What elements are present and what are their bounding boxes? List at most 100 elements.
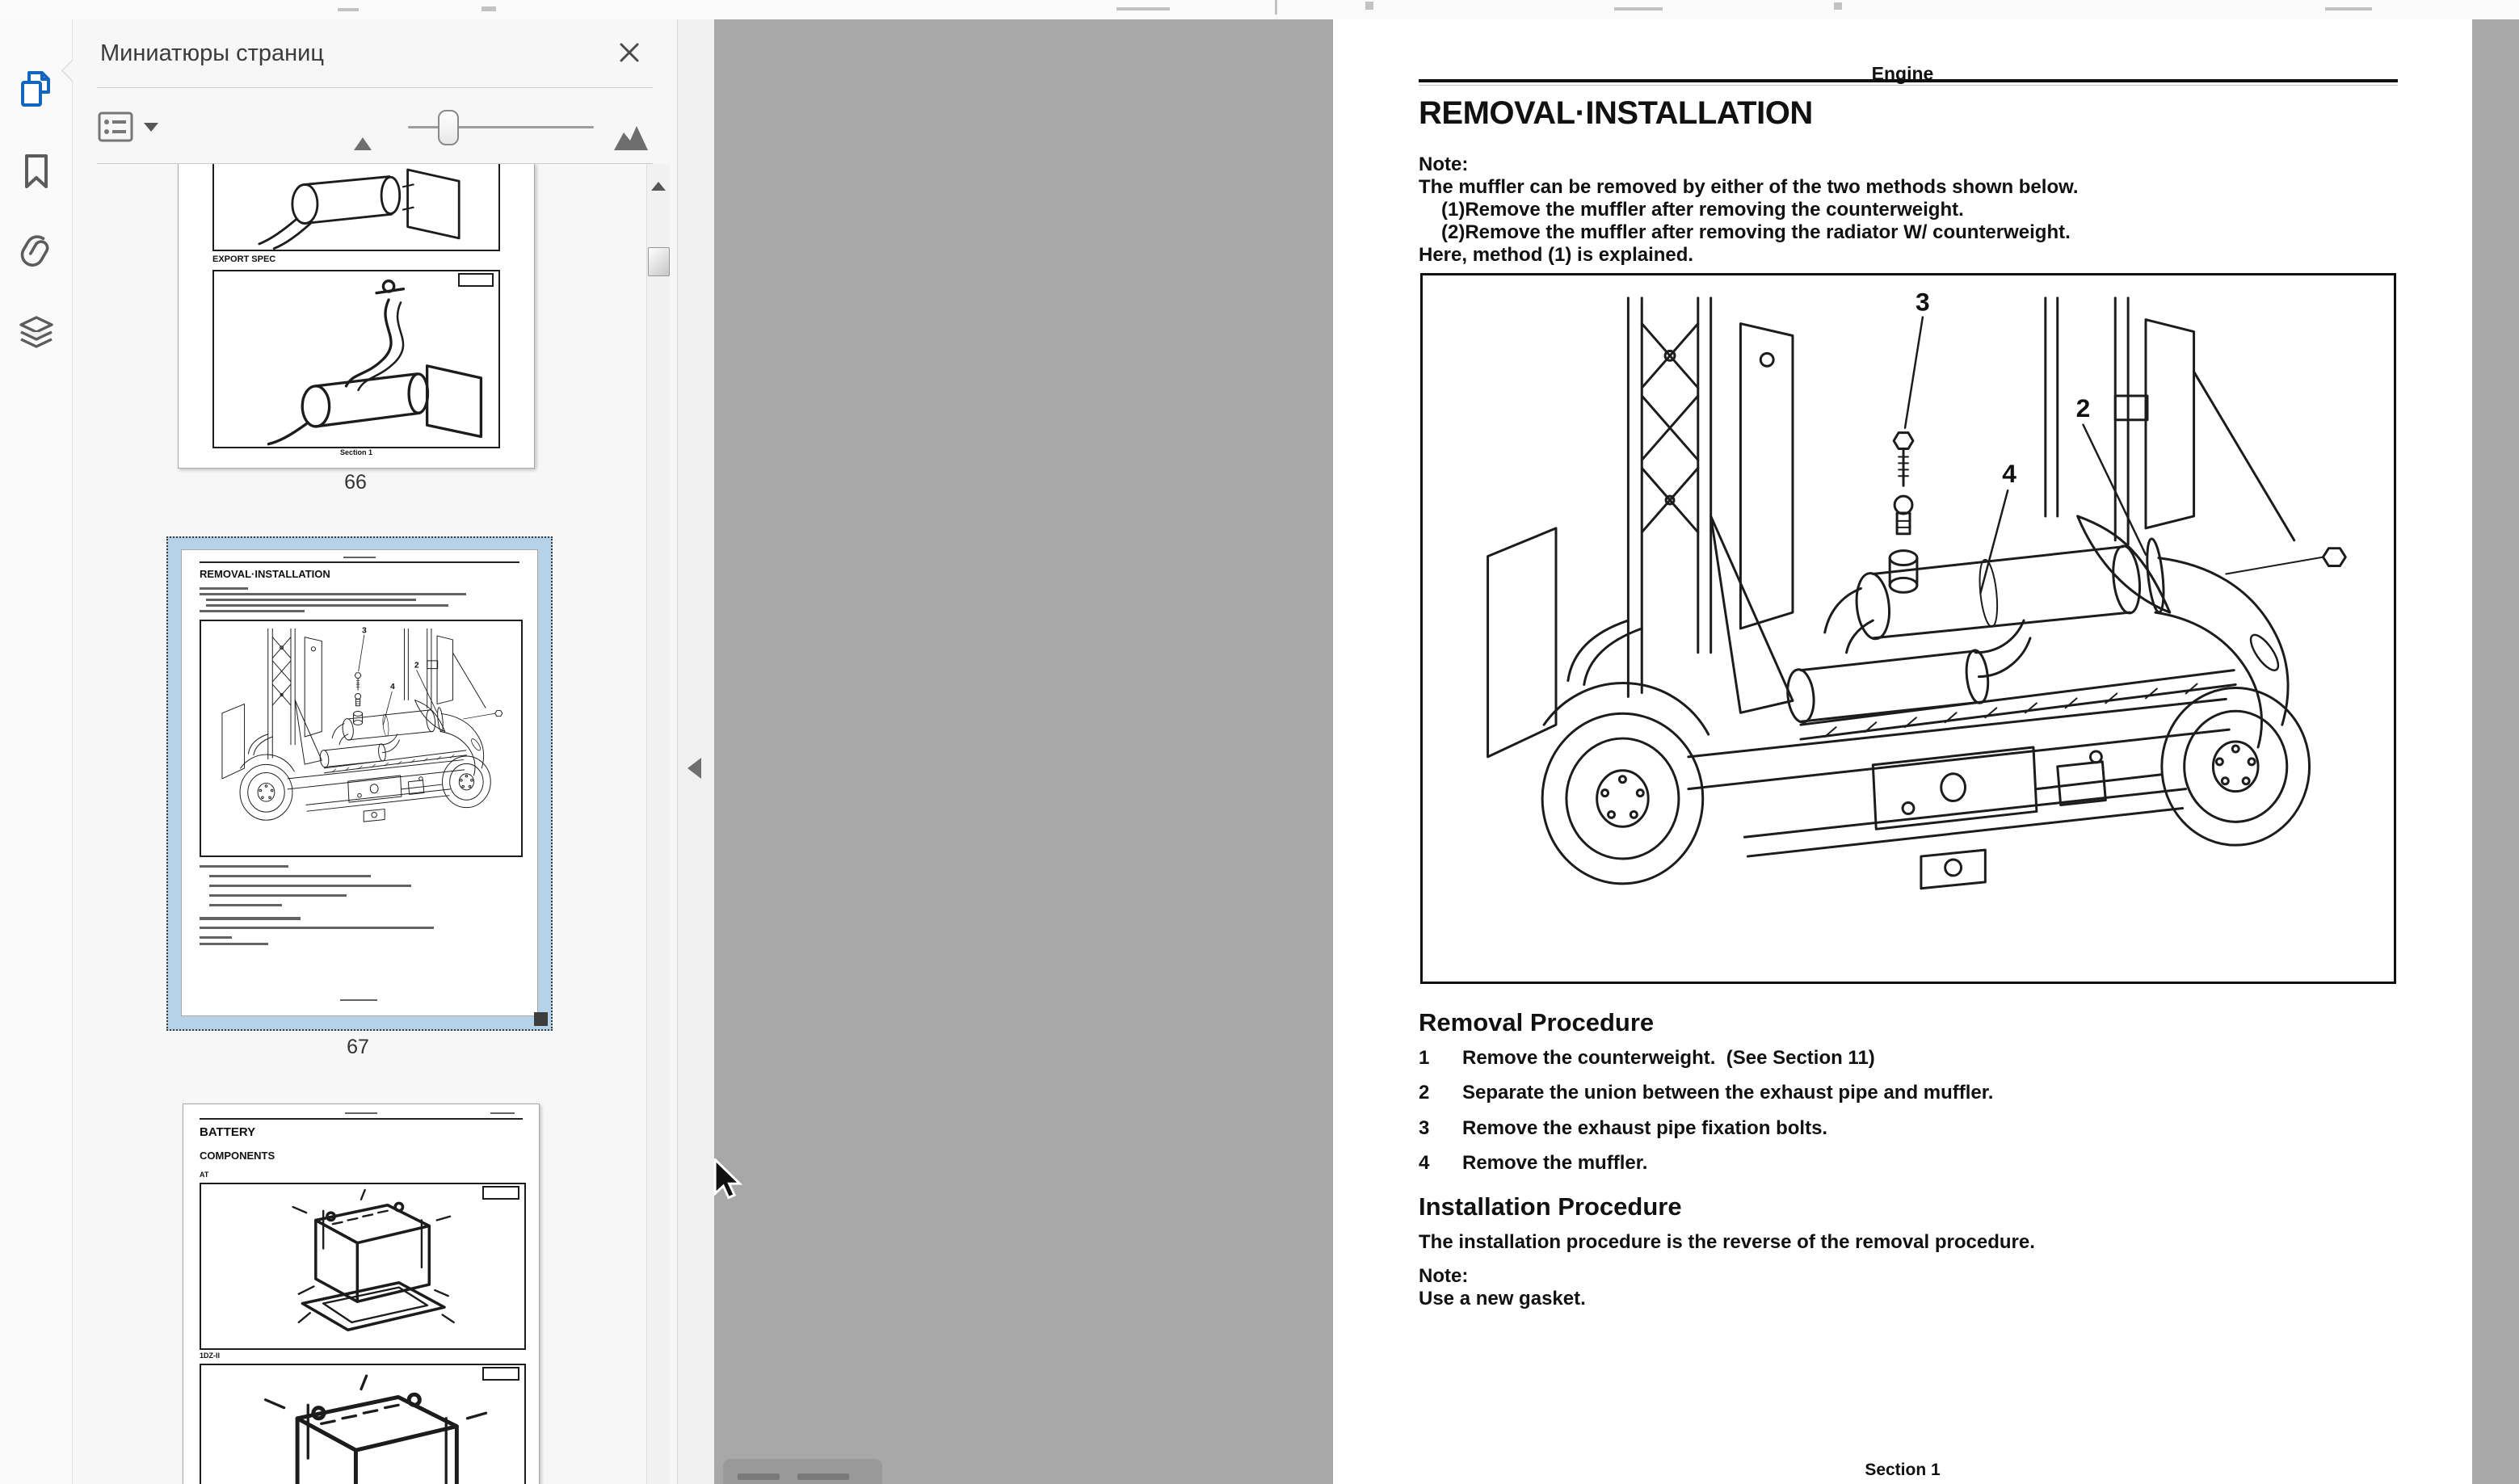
text-line xyxy=(200,561,519,563)
popup-fragment xyxy=(797,1473,849,1480)
toolbar-fragment xyxy=(2325,7,2372,11)
thumbnail-label-66[interactable]: 66 xyxy=(178,471,533,494)
text-line xyxy=(200,587,248,590)
top-toolbar-remnant xyxy=(0,0,2519,21)
text-line xyxy=(209,885,411,887)
text-line xyxy=(200,593,466,595)
text-line xyxy=(200,943,268,945)
toolbar-fragment xyxy=(338,8,359,11)
panel-divider xyxy=(97,87,653,88)
toolbar-fragment xyxy=(1834,2,1842,10)
header-rule-shadow xyxy=(1419,85,2398,86)
thumbnail-size-slider-handle[interactable] xyxy=(438,110,459,145)
step-number: 1 xyxy=(1419,1047,1429,1070)
panel-splitter[interactable] xyxy=(677,19,715,1484)
step-text: Separate the union between the exhaust p… xyxy=(1462,1082,1993,1104)
page-title: REMOVAL·INSTALLATION xyxy=(1419,95,1813,132)
page-footer: Section 1 xyxy=(1333,1461,2472,1480)
document-page: Engine REMOVAL·INSTALLATION Note: The mu… xyxy=(1333,19,2472,1484)
text-line xyxy=(340,999,377,1001)
toolbar-fragment xyxy=(1275,0,1277,15)
thumb66-figure-1 xyxy=(212,164,500,251)
thumb68-heading: BATTERY xyxy=(200,1125,255,1139)
figure-number-box xyxy=(482,1367,519,1381)
text-line xyxy=(200,865,288,868)
thumbnail-page-67[interactable]: REMOVAL·INSTALLATION xyxy=(181,549,538,1016)
note-text: The muffler can be removed by either of … xyxy=(1419,176,2079,199)
toolbar-fragment xyxy=(1117,7,1170,11)
document-canvas: Engine REMOVAL·INSTALLATION Note: The mu… xyxy=(714,19,2519,1484)
zoom-in-mountain-icon[interactable] xyxy=(612,124,650,152)
bookmarks-icon[interactable] xyxy=(17,152,56,191)
thumbnails-panel: Миниатюры страниц xyxy=(73,19,677,1484)
figure-number-box xyxy=(458,273,494,287)
thumb68-figure-1 xyxy=(200,1183,526,1350)
thumbnails-scrollbar[interactable] xyxy=(646,164,670,1484)
selection-handle xyxy=(534,1012,548,1026)
removal-heading: Removal Procedure xyxy=(1419,1008,1654,1037)
close-icon[interactable] xyxy=(616,39,643,66)
text-line xyxy=(343,557,376,558)
text-line xyxy=(200,936,232,939)
options-button[interactable] xyxy=(97,108,160,145)
thumbnail-list: EXPORT SPEC xyxy=(73,164,646,1484)
attachments-icon[interactable] xyxy=(17,231,56,270)
text-line xyxy=(490,1112,515,1114)
thumbnail-label-67[interactable]: 67 xyxy=(166,1036,549,1059)
thumbnail-page-battery[interactable]: BATTERY COMPONENTS AT 1DZ-II xyxy=(183,1104,540,1484)
method-note: Here, method (1) is explained. xyxy=(1419,244,1693,267)
text-line xyxy=(206,599,416,601)
thumbnail-page-66[interactable]: EXPORT SPEC xyxy=(178,164,535,469)
scrollbar-up-icon[interactable] xyxy=(651,182,666,191)
options-list-icon xyxy=(97,111,134,143)
left-icon-rail xyxy=(0,19,73,1484)
collapse-panel-icon[interactable] xyxy=(688,758,701,779)
mouse-cursor xyxy=(713,1158,748,1205)
screen: Миниатюры страниц xyxy=(0,0,2519,1484)
muffler-removal-figure xyxy=(1423,275,2394,982)
text-line xyxy=(200,917,301,920)
installation-text: The installation procedure is the revers… xyxy=(1419,1231,2035,1254)
note2-label: Note: xyxy=(1419,1265,1468,1288)
step-text: Remove the counterweight. (See Section 1… xyxy=(1462,1047,1875,1070)
thumb66-footer: Section 1 xyxy=(179,448,534,456)
layers-icon[interactable] xyxy=(17,313,56,352)
toolbar-fragment xyxy=(1614,7,1663,11)
figure-number-box xyxy=(482,1186,519,1200)
step-text: Remove the muffler. xyxy=(1462,1152,1647,1175)
zoom-out-mountain-icon[interactable] xyxy=(352,134,378,152)
thumb66-export-spec: EXPORT SPEC xyxy=(212,254,275,264)
thumb68-engine-label: 1DZ-II xyxy=(200,1352,220,1360)
step-number: 2 xyxy=(1419,1082,1429,1104)
toolbar-fragment xyxy=(482,6,496,11)
page-popup xyxy=(723,1459,882,1484)
figure-box xyxy=(1420,273,2396,984)
popup-fragment xyxy=(738,1473,780,1480)
text-line xyxy=(200,927,434,929)
thumbnail-selection-67[interactable]: REMOVAL·INSTALLATION xyxy=(166,536,553,1031)
step-text: Remove the exhaust pipe fixation bolts. xyxy=(1462,1117,1827,1140)
chevron-down-icon xyxy=(144,123,158,132)
thumb66-figure-2 xyxy=(212,270,500,448)
thumbnail-size-slider-track[interactable] xyxy=(408,126,594,128)
thumb68-variant: AT xyxy=(200,1171,208,1179)
step-number: 3 xyxy=(1419,1117,1429,1140)
text-line xyxy=(345,1112,377,1114)
text-line xyxy=(200,610,305,612)
text-line xyxy=(200,1118,523,1120)
method-1: (1)Remove the muffler after removing the… xyxy=(1441,199,1964,221)
panel-title: Миниатюры страниц xyxy=(100,40,324,67)
thumb68-subheading: COMPONENTS xyxy=(200,1150,275,1162)
thumb67-title: REMOVAL·INSTALLATION xyxy=(200,568,330,580)
text-line xyxy=(209,894,347,897)
thumb68-figure-2 xyxy=(200,1364,526,1484)
thumb67-figure xyxy=(200,620,523,857)
text-line xyxy=(209,875,371,877)
method-2: (2)Remove the muffler after removing the… xyxy=(1441,221,2071,244)
note2-text: Use a new gasket. xyxy=(1419,1288,1586,1310)
page-thumbnails-icon[interactable] xyxy=(17,69,56,108)
installation-heading: Installation Procedure xyxy=(1419,1192,1682,1221)
header-rule xyxy=(1419,79,2398,82)
text-line xyxy=(209,904,282,906)
scrollbar-thumb[interactable] xyxy=(648,247,670,276)
